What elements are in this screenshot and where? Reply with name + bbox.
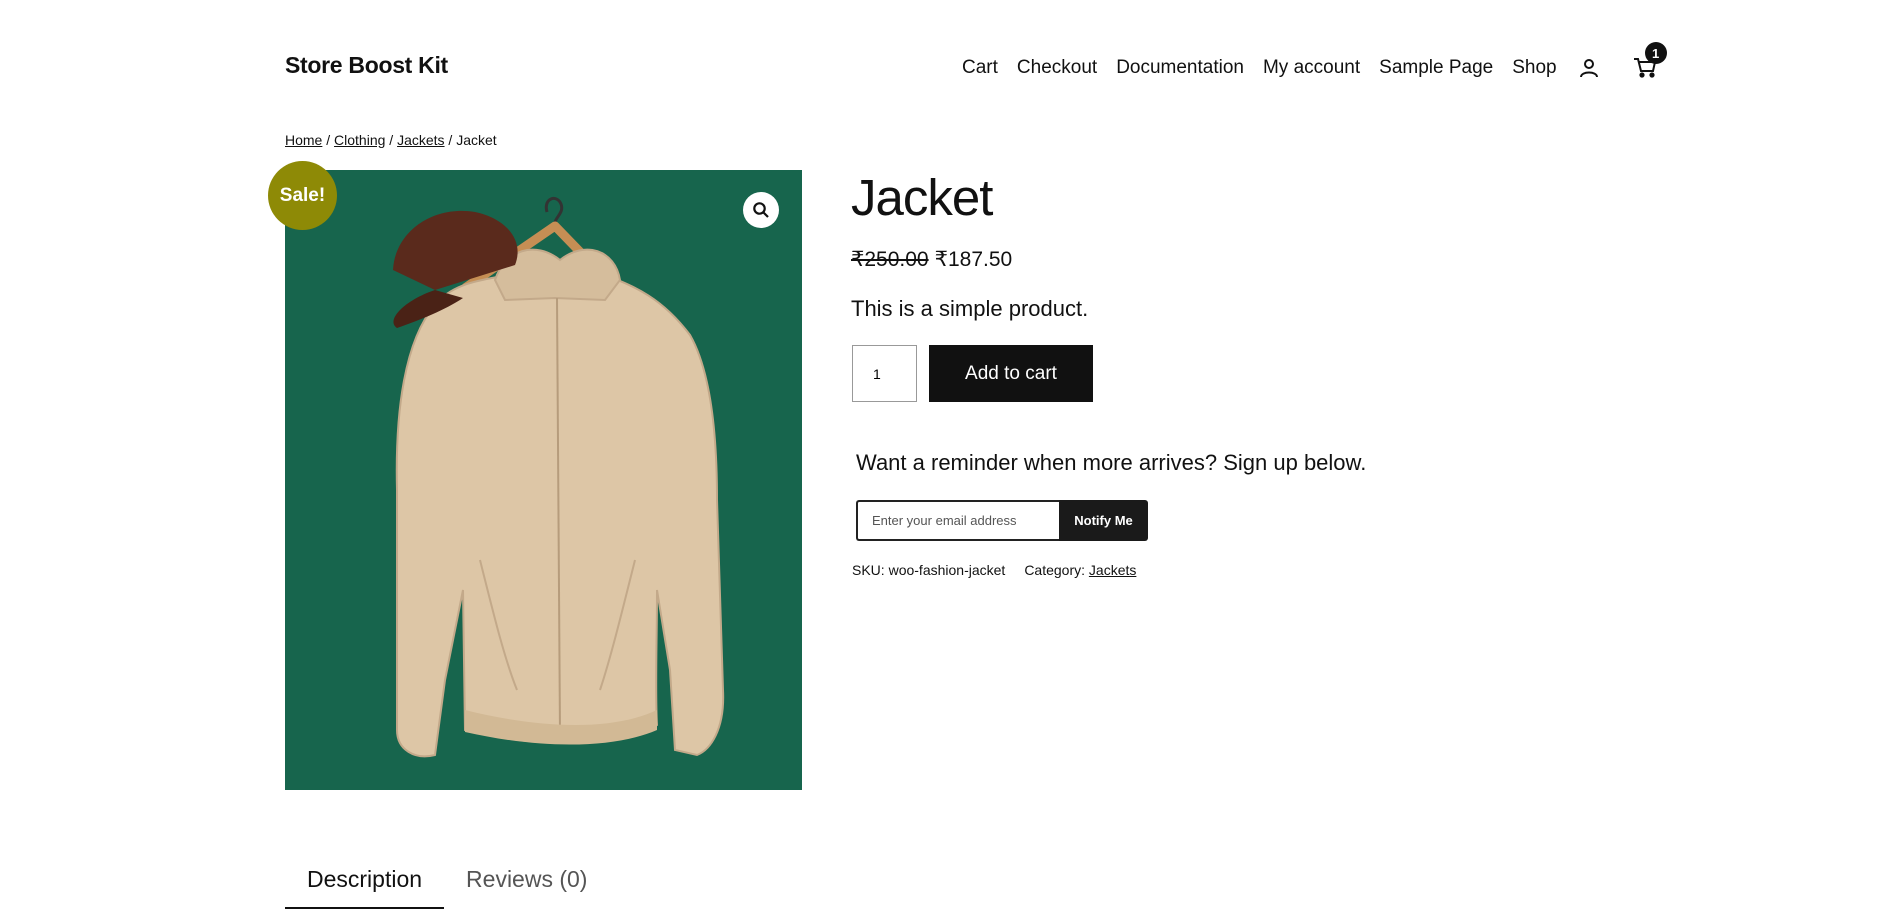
sku-label: SKU: xyxy=(852,562,885,578)
nav-item-documentation[interactable]: Documentation xyxy=(1116,57,1244,79)
site-header: Store Boost Kit Cart Checkout Documentat… xyxy=(0,0,1901,130)
breadcrumb-home[interactable]: Home xyxy=(285,132,322,148)
main-nav: Cart Checkout Documentation My account S… xyxy=(962,42,1667,80)
nav-item-sample-page[interactable]: Sample Page xyxy=(1379,57,1493,79)
zoom-button[interactable] xyxy=(743,192,779,228)
tab-description[interactable]: Description xyxy=(285,862,445,909)
nav-item-shop[interactable]: Shop xyxy=(1512,57,1556,79)
quantity-input[interactable] xyxy=(852,345,917,402)
email-field[interactable] xyxy=(856,500,1059,541)
breadcrumb-clothing[interactable]: Clothing xyxy=(334,132,385,148)
product-title: Jacket xyxy=(851,169,993,226)
breadcrumb-current: Jacket xyxy=(456,132,497,148)
breadcrumb-separator: / xyxy=(322,132,335,148)
add-to-cart-button[interactable]: Add to cart xyxy=(929,345,1093,402)
breadcrumb-separator: / xyxy=(385,132,398,148)
magnifier-icon xyxy=(753,202,769,218)
sale-badge: Sale! xyxy=(268,161,337,230)
mini-cart-button[interactable]: 1 xyxy=(1633,42,1667,80)
nav-item-cart[interactable]: Cart xyxy=(962,57,998,79)
sku: SKU: woo-fashion-jacket xyxy=(852,562,1005,578)
breadcrumb-separator: / xyxy=(444,132,457,148)
price-original: ₹250.00 xyxy=(851,248,929,271)
product-meta: SKU: woo-fashion-jacket Category: Jacket… xyxy=(852,562,1136,578)
jacket-photo xyxy=(393,196,725,758)
product-short-description: This is a simple product. xyxy=(851,296,1089,321)
breadcrumb-jackets[interactable]: Jackets xyxy=(397,132,444,148)
notify-form: Notify Me xyxy=(856,500,1148,541)
notify-me-button[interactable]: Notify Me xyxy=(1059,500,1148,541)
nav-item-checkout[interactable]: Checkout xyxy=(1017,57,1097,79)
tab-reviews[interactable]: Reviews (0) xyxy=(444,862,609,909)
nav-item-my-account[interactable]: My account xyxy=(1263,57,1360,79)
price-sale: ₹187.50 xyxy=(934,248,1013,271)
category-link[interactable]: Jackets xyxy=(1089,562,1136,578)
cart-count-badge: 1 xyxy=(1644,42,1667,64)
product-price: ₹250.00 ₹187.50 xyxy=(851,247,1012,272)
product-image[interactable] xyxy=(285,170,802,790)
category: Category: Jackets xyxy=(1024,562,1136,578)
stock-reminder-heading: Want a reminder when more arrives? Sign … xyxy=(856,450,1367,475)
user-account-icon[interactable] xyxy=(1578,57,1600,79)
category-label: Category: xyxy=(1024,562,1086,578)
breadcrumb: Home / Clothing / Jackets / Jacket xyxy=(285,132,497,148)
product-tabs: Description Reviews (0) xyxy=(285,862,609,909)
site-title[interactable]: Store Boost Kit xyxy=(285,52,448,79)
sku-value: woo-fashion-jacket xyxy=(888,562,1006,578)
